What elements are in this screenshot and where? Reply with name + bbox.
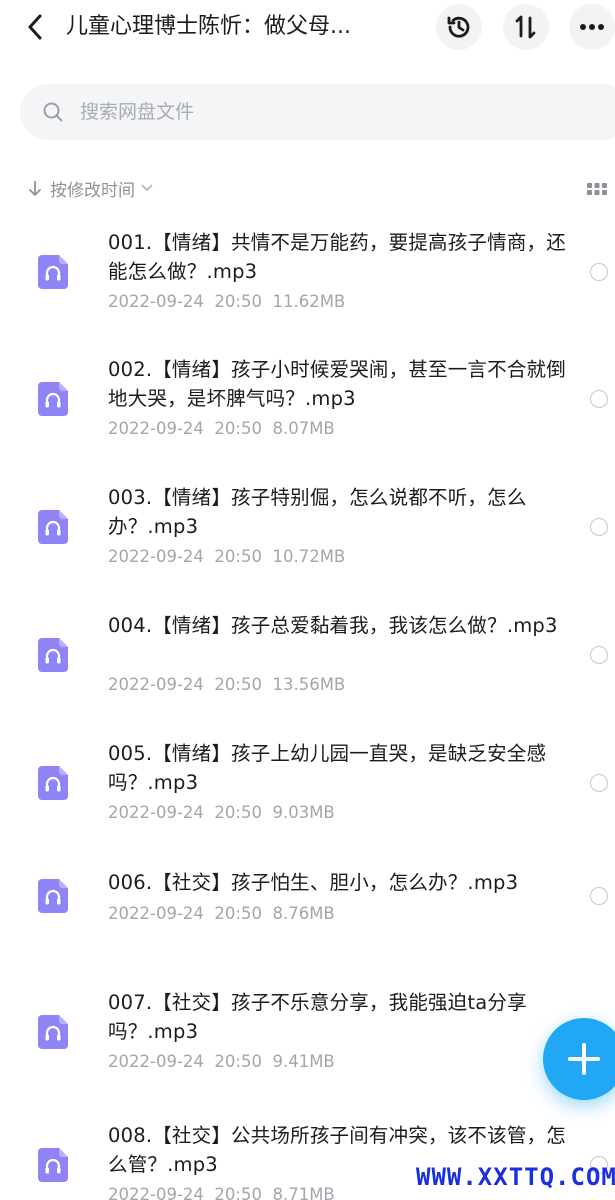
arrow-down-icon xyxy=(29,181,41,196)
file-name: 007.【社交】孩子不乐意分享，我能强迫ta分享吗？.mp3 xyxy=(108,991,527,1043)
select-checkbox[interactable] xyxy=(590,774,608,792)
list-item[interactable]: 002.【情绪】孩子小时候爱哭闹，甚至一言不合就倒地大哭，是坏脾气吗？.mp3 2… xyxy=(0,347,615,467)
more-button[interactable] xyxy=(569,4,615,50)
select-checkbox[interactable] xyxy=(590,646,608,664)
file-size: 9.41MB xyxy=(272,1052,335,1071)
select-checkbox[interactable] xyxy=(590,263,608,281)
audio-file-icon xyxy=(38,879,68,913)
file-date: 2022-09-24 xyxy=(108,1052,204,1071)
file-date: 2022-09-24 xyxy=(108,904,204,923)
audio-file-icon xyxy=(38,766,68,800)
file-time: 20:50 xyxy=(214,1185,262,1200)
top-bar: 儿童心理博士陈忻：做父母... xyxy=(0,0,615,56)
search-input[interactable] xyxy=(80,92,580,132)
file-size: 10.72MB xyxy=(272,547,346,566)
chevron-down-icon xyxy=(141,184,153,191)
file-size: 11.62MB xyxy=(272,292,346,311)
audio-file-icon xyxy=(38,1148,68,1182)
list-item[interactable]: 001.【情绪】共情不是万能药，要提高孩子情商，还能怎么做？.mp3 2022-0… xyxy=(0,220,615,340)
list-item[interactable]: 005.【情绪】孩子上幼儿园一直哭，是缺乏安全感吗？.mp3 2022-09-24… xyxy=(0,731,615,851)
grid-view-icon xyxy=(587,183,607,195)
add-button[interactable] xyxy=(543,1018,615,1100)
chevron-left-icon xyxy=(28,14,42,40)
file-size: 8.76MB xyxy=(272,904,335,923)
audio-file-icon xyxy=(38,510,68,544)
file-name: 005.【情绪】孩子上幼儿园一直哭，是缺乏安全感吗？.mp3 xyxy=(108,742,547,794)
list-item[interactable]: 006.【社交】孩子怕生、胆小，怎么办？.mp3 2022-09-24 20:50… xyxy=(0,860,615,980)
file-name: 001.【情绪】共情不是万能药，要提高孩子情商，还能怎么做？.mp3 xyxy=(108,231,566,283)
more-icon xyxy=(580,24,604,30)
sort-icon xyxy=(515,15,536,39)
file-time: 20:50 xyxy=(214,419,262,438)
page-title: 儿童心理博士陈忻：做父母... xyxy=(66,14,351,39)
file-time: 20:50 xyxy=(214,803,262,822)
file-meta: 2022-09-24 20:50 10.72MB xyxy=(108,547,345,566)
sort-selector[interactable]: 按修改时间 xyxy=(28,172,153,204)
file-date: 2022-09-24 xyxy=(108,1185,204,1200)
file-meta: 2022-09-24 20:50 9.03MB xyxy=(108,803,335,822)
file-meta: 2022-09-24 20:50 11.62MB xyxy=(108,292,345,311)
file-date: 2022-09-24 xyxy=(108,547,204,566)
file-size: 8.07MB xyxy=(272,419,335,438)
grid-view-button[interactable] xyxy=(585,180,609,198)
file-browser-screen: 儿童心理博士陈忻：做父母... 搜索网盘文件 按修改时间 001.【情绪】共情不… xyxy=(0,0,615,1200)
select-checkbox[interactable] xyxy=(590,887,608,905)
file-meta: 2022-09-24 20:50 13.56MB xyxy=(108,675,345,694)
audio-file-icon xyxy=(38,638,68,672)
file-time: 20:50 xyxy=(214,904,262,923)
file-date: 2022-09-24 xyxy=(108,419,204,438)
list-item[interactable]: 004.【情绪】孩子总爱黏着我，我该怎么做？.mp3 2022-09-24 20:… xyxy=(0,603,615,723)
select-checkbox[interactable] xyxy=(590,390,608,408)
back-button[interactable] xyxy=(18,8,52,46)
file-date: 2022-09-24 xyxy=(108,292,204,311)
file-size: 9.03MB xyxy=(272,803,335,822)
file-meta: 2022-09-24 20:50 8.76MB xyxy=(108,904,335,923)
watermark-text: WWW.XXTTQ.COM xyxy=(416,1163,615,1191)
list-item[interactable]: 007.【社交】孩子不乐意分享，我能强迫ta分享吗？.mp3 2022-09-24… xyxy=(0,980,615,1100)
file-meta: 2022-09-24 20:50 9.41MB xyxy=(108,1052,335,1071)
file-name: 004.【情绪】孩子总爱黏着我，我该怎么做？.mp3 xyxy=(108,614,558,637)
search-icon xyxy=(43,102,63,122)
file-size: 13.56MB xyxy=(272,675,346,694)
file-name: 006.【社交】孩子怕生、胆小，怎么办？.mp3 xyxy=(108,871,519,894)
audio-file-icon xyxy=(38,1015,68,1049)
select-checkbox[interactable] xyxy=(590,518,608,536)
sort-button[interactable] xyxy=(503,4,549,50)
sort-label: 按修改时间 xyxy=(50,180,135,201)
file-meta: 2022-09-24 20:50 8.07MB xyxy=(108,419,335,438)
file-time: 20:50 xyxy=(214,1052,262,1071)
file-date: 2022-09-24 xyxy=(108,803,204,822)
history-icon xyxy=(447,16,470,38)
file-size: 8.71MB xyxy=(272,1185,335,1200)
audio-file-icon xyxy=(38,255,68,289)
audio-file-icon xyxy=(38,382,68,416)
search-bar[interactable] xyxy=(20,84,615,140)
file-time: 20:50 xyxy=(214,292,262,311)
list-item[interactable]: 003.【情绪】孩子特别倔，怎么说都不听，怎么办？.mp3 2022-09-24 … xyxy=(0,475,615,595)
file-time: 20:50 xyxy=(214,675,262,694)
file-meta: 2022-09-24 20:50 8.71MB xyxy=(108,1185,335,1200)
history-button[interactable] xyxy=(436,4,482,50)
file-time: 20:50 xyxy=(214,547,262,566)
file-name: 002.【情绪】孩子小时候爱哭闹，甚至一言不合就倒地大哭，是坏脾气吗？.mp3 xyxy=(108,358,566,410)
plus-icon xyxy=(568,1043,600,1075)
file-name: 003.【情绪】孩子特别倔，怎么说都不听，怎么办？.mp3 xyxy=(108,486,527,538)
file-date: 2022-09-24 xyxy=(108,675,204,694)
